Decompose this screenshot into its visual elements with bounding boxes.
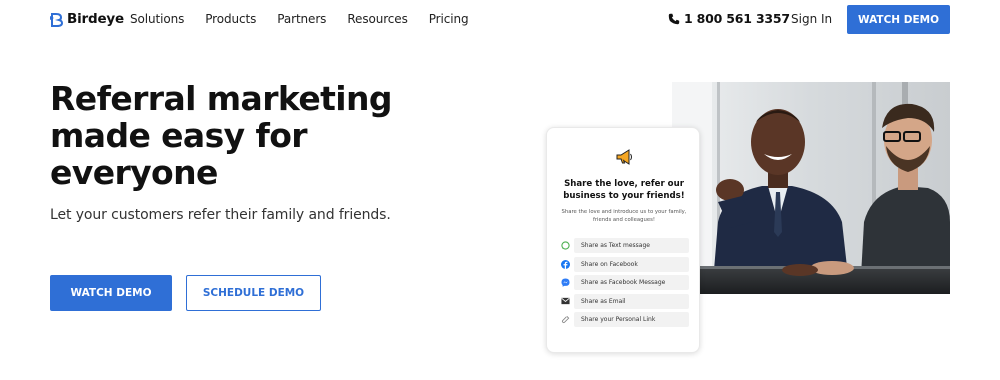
- birdeye-logo[interactable]: Birdeye: [50, 11, 124, 27]
- sign-in-link[interactable]: Sign In: [791, 12, 832, 26]
- hero-title-line-3: everyone: [50, 153, 218, 192]
- hero-photo: [672, 82, 950, 294]
- megaphone-icon: [616, 149, 632, 165]
- share-option-label: Share your Personal Link: [574, 312, 689, 327]
- main-menu: Solutions Products Partners Resources Pr…: [130, 12, 489, 26]
- card-title: Share the love, refer our business to yo…: [563, 179, 685, 201]
- birdeye-logo-icon: [50, 12, 63, 27]
- menu-item-partners[interactable]: Partners: [277, 12, 326, 26]
- menu-item-pricing[interactable]: Pricing: [429, 12, 469, 26]
- share-text-message-option[interactable]: Share as Text message: [559, 238, 689, 253]
- share-option-label: Share as Text message: [574, 238, 689, 253]
- share-option-label: Share on Facebook: [574, 256, 689, 272]
- share-facebook-message-option[interactable]: Share as Facebook Message: [559, 275, 689, 290]
- phone-icon: [668, 13, 680, 24]
- card-description: Share the love and introduce us to your …: [561, 209, 687, 223]
- schedule-demo-button[interactable]: SCHEDULE DEMO: [186, 275, 321, 311]
- hero-title-line-1: Referral marketing: [50, 79, 393, 118]
- menu-item-solutions[interactable]: Solutions: [130, 12, 184, 26]
- logo-text: Birdeye: [67, 11, 124, 27]
- hero-title: Referral marketing made easy for everyon…: [50, 80, 430, 191]
- share-facebook-option[interactable]: Share on Facebook: [559, 256, 689, 272]
- facebook-icon: [559, 258, 571, 270]
- email-icon: [559, 295, 571, 307]
- menu-item-resources[interactable]: Resources: [347, 12, 407, 26]
- share-option-label: Share as Facebook Message: [574, 275, 689, 290]
- share-email-option[interactable]: Share as Email: [559, 293, 689, 309]
- hero-subtitle: Let your customers refer their family an…: [50, 207, 391, 223]
- whatsapp-icon: [559, 240, 571, 252]
- share-personal-link-option[interactable]: Share your Personal Link: [559, 312, 689, 327]
- hero-title-line-2: made easy for: [50, 116, 308, 155]
- watch-demo-button[interactable]: WATCH DEMO: [50, 275, 172, 311]
- nav-watch-demo-button[interactable]: WATCH DEMO: [847, 5, 950, 34]
- referral-share-card: Share the love, refer our business to yo…: [546, 127, 700, 353]
- phone-number: 1 800 561 3357: [684, 11, 790, 26]
- phone-link[interactable]: 1 800 561 3357: [668, 11, 790, 26]
- share-options-list: Share as Text message Share on Facebook …: [559, 238, 689, 331]
- share-option-label: Share as Email: [574, 293, 689, 309]
- messenger-icon: [559, 277, 571, 289]
- link-icon: [559, 314, 571, 326]
- top-navigation: Birdeye Solutions Products Partners Reso…: [0, 0, 1000, 40]
- menu-item-products[interactable]: Products: [205, 12, 256, 26]
